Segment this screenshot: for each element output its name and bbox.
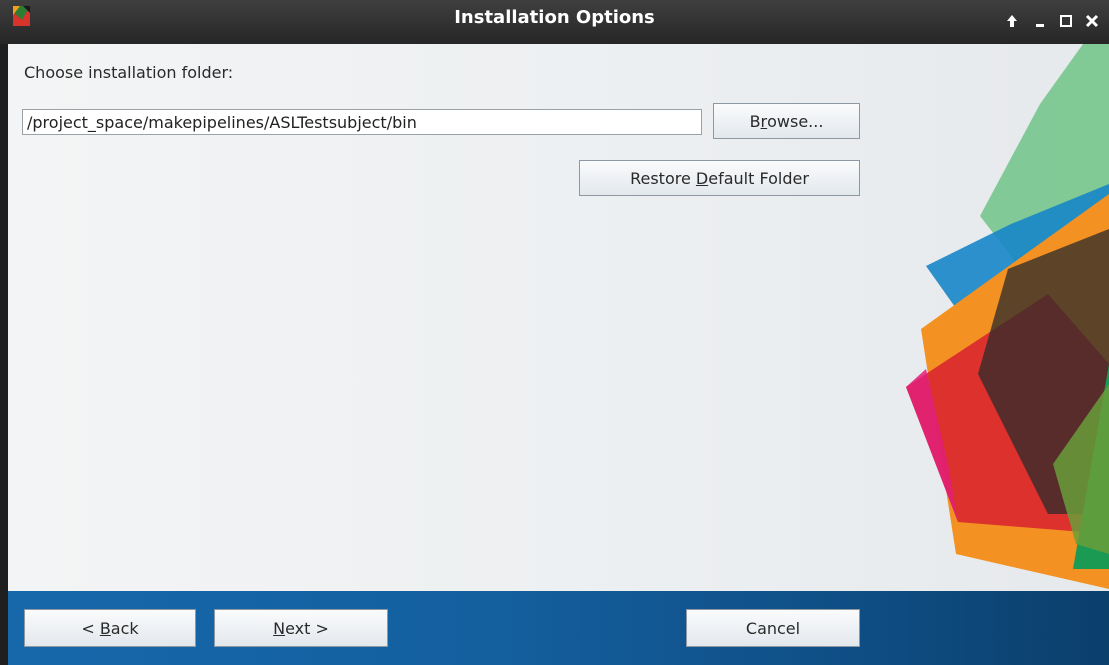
pin-icon[interactable]: [1003, 12, 1021, 30]
back-mnemonic: B: [99, 618, 111, 638]
cancel-button[interactable]: Cancel: [686, 609, 860, 647]
browse-button[interactable]: Br owse...: [713, 103, 860, 139]
install-folder-input[interactable]: [22, 109, 702, 135]
wizard-button-bar: < Back Next > Cancel: [8, 591, 1109, 665]
window-left-border: [0, 44, 8, 665]
window-title: Installation Options: [454, 7, 655, 28]
restore-mnemonic: D: [695, 168, 709, 188]
title-bar[interactable]: Installation Options: [0, 0, 1109, 44]
minimize-icon[interactable]: [1031, 12, 1049, 30]
choose-folder-label: Choose installation folder:: [24, 63, 234, 82]
restore-label-end: efault Folder: [708, 168, 809, 188]
next-mnemonic: N: [273, 618, 286, 638]
next-button[interactable]: Next >: [214, 609, 388, 647]
back-label-end: ack: [110, 618, 139, 638]
next-label-end: ext >: [285, 618, 329, 638]
browse-mnemonic: r: [760, 111, 768, 131]
installer-window: Installation Options Choose installation…: [0, 0, 1109, 665]
browse-label-start: B: [749, 111, 761, 131]
content-panel: Choose installation folder: Browse... Re…: [8, 44, 1109, 591]
restore-label-start: Restore: [630, 168, 696, 188]
maximize-icon[interactable]: [1057, 12, 1075, 30]
back-button[interactable]: < Back: [24, 609, 196, 647]
browse-label-end: owse...: [767, 111, 824, 131]
close-icon[interactable]: [1083, 12, 1101, 30]
back-label-start: <: [81, 618, 100, 638]
restore-default-folder-button[interactable]: Restore Default Folder: [579, 160, 860, 196]
